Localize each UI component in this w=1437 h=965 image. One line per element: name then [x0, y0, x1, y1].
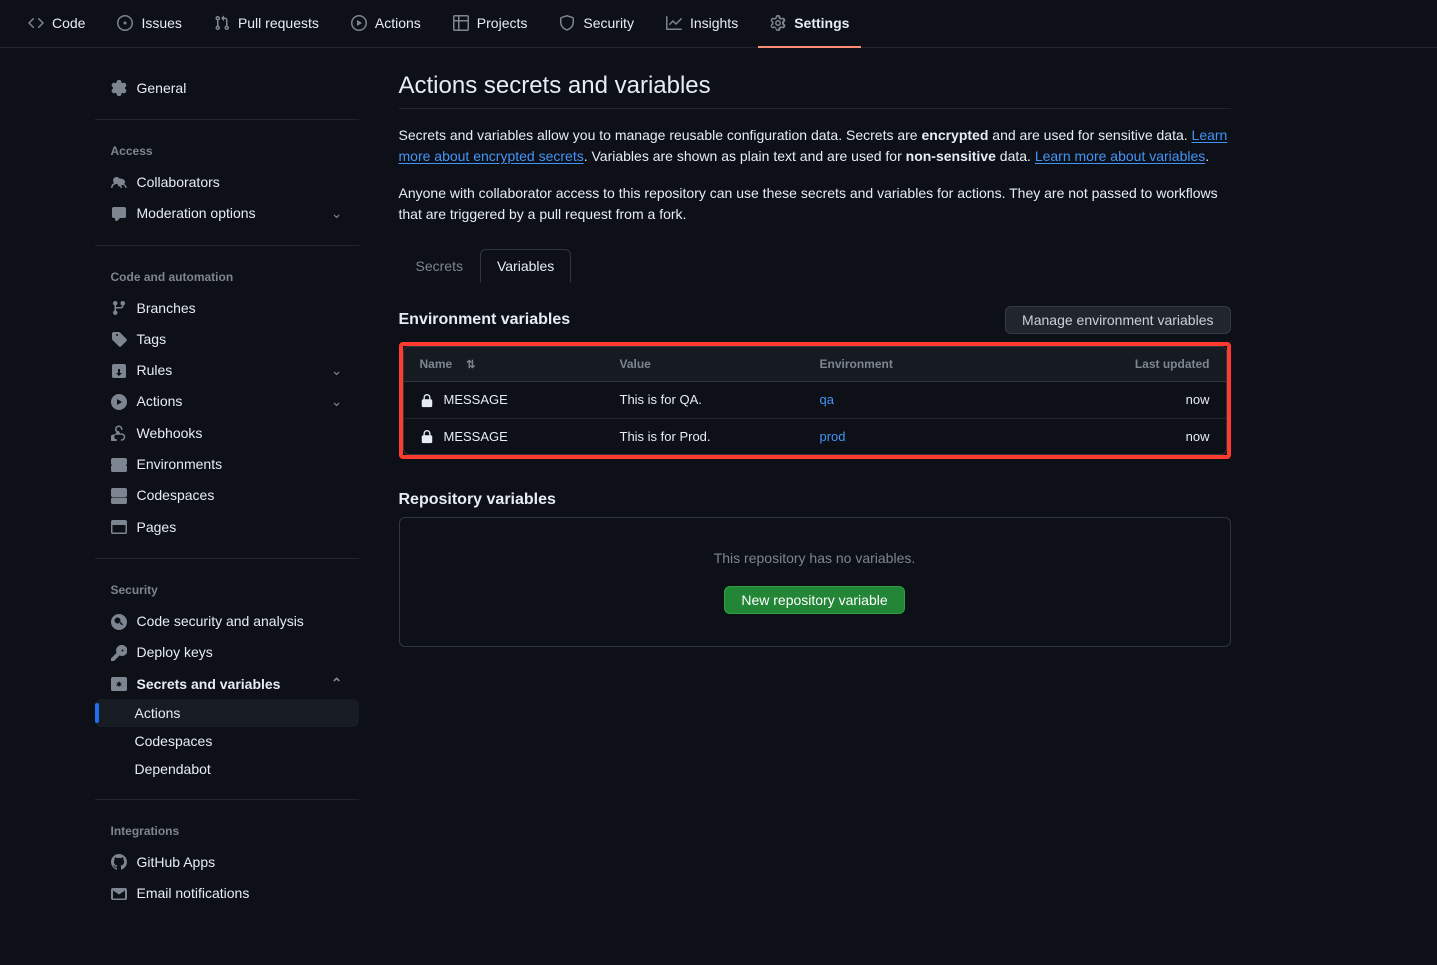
repo-topnav: Code Issues Pull requests Actions Projec…: [0, 0, 1437, 48]
pr-icon: [214, 14, 230, 31]
var-updated: now: [1090, 392, 1210, 407]
nav-projects[interactable]: Projects: [441, 0, 540, 48]
sidebar-collaborators[interactable]: Collaborators: [95, 166, 359, 197]
issue-icon: [117, 14, 133, 31]
server-icon: [111, 455, 127, 472]
col-name-header[interactable]: Name: [420, 357, 453, 371]
comment-icon: [111, 205, 127, 222]
sidebar-heading-access: Access: [95, 136, 359, 166]
table-icon: [453, 14, 469, 31]
sidebar-code-security[interactable]: Code security and analysis: [95, 605, 359, 636]
sidebar-sub-actions[interactable]: Actions: [95, 699, 359, 727]
code-icon: [28, 14, 44, 31]
lock-icon: [420, 429, 434, 445]
var-updated: now: [1090, 429, 1210, 444]
new-repo-variable-button[interactable]: New repository variable: [724, 586, 904, 614]
table-row: MESSAGE This is for Prod. prod now: [404, 419, 1226, 455]
branch-icon: [111, 299, 127, 316]
nav-code[interactable]: Code: [16, 0, 97, 48]
sort-icon: ⇅: [466, 358, 475, 371]
sidebar-rules[interactable]: Rules⌄: [95, 354, 359, 385]
env-variables-title: Environment variables: [399, 311, 571, 329]
nav-pull-requests[interactable]: Pull requests: [202, 0, 331, 48]
chevron-up-icon: ⌃: [331, 675, 343, 692]
chevron-down-icon: ⌄: [331, 205, 343, 222]
sidebar-webhooks[interactable]: Webhooks: [95, 417, 359, 448]
nav-actions[interactable]: Actions: [339, 0, 433, 48]
repo-variables-empty: This repository has no variables. New re…: [399, 517, 1231, 647]
nav-issues[interactable]: Issues: [105, 0, 193, 48]
page-title: Actions secrets and variables: [399, 72, 1231, 109]
description-1: Secrets and variables allow you to manag…: [399, 125, 1231, 167]
tag-icon: [111, 330, 127, 347]
sidebar-general[interactable]: General: [95, 72, 359, 103]
tabs: Secrets Variables: [399, 249, 1231, 282]
sidebar-tags[interactable]: Tags: [95, 323, 359, 354]
browser-icon: [111, 518, 127, 535]
empty-text: This repository has no variables.: [432, 550, 1198, 566]
nav-settings[interactable]: Settings: [758, 0, 861, 48]
col-updated-header: Last updated: [1090, 357, 1210, 371]
app-icon: [111, 853, 127, 870]
col-value-header: Value: [620, 357, 820, 371]
sidebar-secrets-variables[interactable]: Secrets and variables⌃: [95, 668, 359, 699]
table-row: MESSAGE This is for QA. qa now: [404, 382, 1226, 419]
sidebar-sub-codespaces[interactable]: Codespaces: [95, 727, 359, 755]
graph-icon: [666, 14, 682, 31]
chevron-down-icon: ⌄: [331, 393, 343, 410]
codespace-icon: [111, 487, 127, 504]
gear-icon: [111, 79, 127, 96]
sidebar-heading-code: Code and automation: [95, 262, 359, 292]
key-icon: [111, 644, 127, 661]
nav-security[interactable]: Security: [547, 0, 646, 48]
gear-icon: [770, 14, 786, 31]
sidebar-sub-dependabot[interactable]: Dependabot: [95, 755, 359, 783]
codescan-icon: [111, 612, 127, 629]
sidebar-pages[interactable]: Pages: [95, 511, 359, 542]
repo-variables-title: Repository variables: [399, 491, 556, 509]
mail-icon: [111, 884, 127, 901]
sidebar-moderation[interactable]: Moderation options ⌄: [95, 198, 359, 229]
rules-icon: [111, 361, 127, 378]
col-env-header: Environment: [820, 357, 1090, 371]
manage-env-variables-button[interactable]: Manage environment variables: [1005, 306, 1230, 334]
key-asterisk-icon: [111, 675, 127, 692]
var-value: This is for Prod.: [620, 429, 820, 444]
env-link[interactable]: qa: [820, 392, 834, 407]
people-icon: [111, 173, 127, 190]
play-icon: [111, 393, 127, 410]
play-icon: [351, 14, 367, 31]
var-name: MESSAGE: [444, 392, 508, 407]
env-variables-highlight: Name ⇅ Value Environment Last updated MES…: [399, 342, 1231, 459]
main-content: Actions secrets and variables Secrets an…: [375, 72, 1255, 941]
description-2: Anyone with collaborator access to this …: [399, 183, 1231, 225]
sidebar-environments[interactable]: Environments: [95, 448, 359, 479]
sidebar-actions[interactable]: Actions⌄: [95, 386, 359, 417]
nav-insights[interactable]: Insights: [654, 0, 750, 48]
webhook-icon: [111, 424, 127, 441]
sidebar-codespaces[interactable]: Codespaces: [95, 480, 359, 511]
sidebar-heading-integrations: Integrations: [95, 816, 359, 846]
tab-variables[interactable]: Variables: [480, 249, 571, 283]
var-value: This is for QA.: [620, 392, 820, 407]
env-variables-table: Name ⇅ Value Environment Last updated MES…: [403, 346, 1227, 455]
shield-icon: [559, 14, 575, 31]
sidebar-email-notifications[interactable]: Email notifications: [95, 877, 359, 908]
tab-secrets[interactable]: Secrets: [399, 249, 480, 283]
table-header: Name ⇅ Value Environment Last updated: [404, 347, 1226, 382]
link-variables[interactable]: Learn more about variables: [1035, 148, 1205, 164]
sidebar-branches[interactable]: Branches: [95, 292, 359, 323]
settings-sidebar: General Access Collaborators Moderation …: [79, 72, 375, 941]
var-name: MESSAGE: [444, 429, 508, 444]
lock-icon: [420, 392, 434, 408]
sidebar-heading-security: Security: [95, 575, 359, 605]
sidebar-deploy-keys[interactable]: Deploy keys: [95, 637, 359, 668]
env-link[interactable]: prod: [820, 429, 846, 444]
chevron-down-icon: ⌄: [331, 362, 343, 379]
sidebar-github-apps[interactable]: GitHub Apps: [95, 846, 359, 877]
